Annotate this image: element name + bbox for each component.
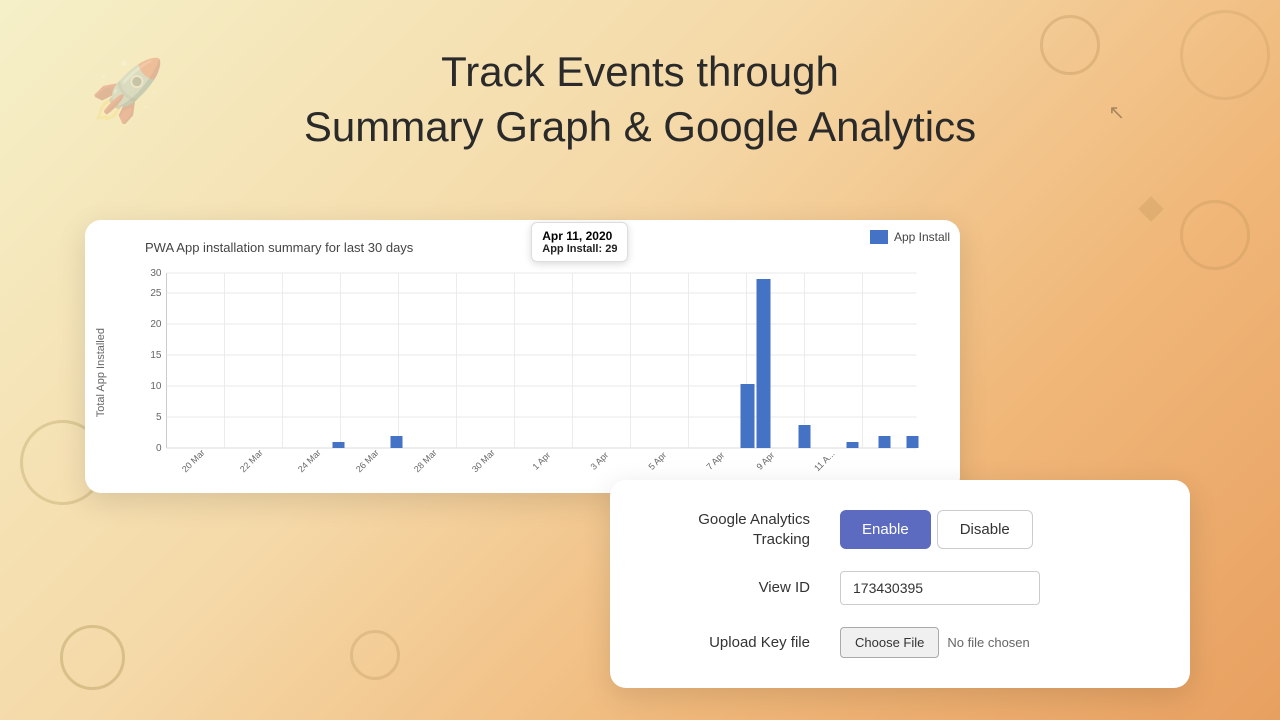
file-upload-label: Choose File No file chosen xyxy=(840,627,1030,658)
svg-text:3 Apr: 3 Apr xyxy=(588,450,610,472)
chart-container: Total App Installed 0 5 10 15 20 xyxy=(95,263,940,483)
svg-text:0: 0 xyxy=(156,443,162,454)
svg-text:25: 25 xyxy=(150,288,162,299)
svg-text:26 Mar: 26 Mar xyxy=(354,447,381,474)
upload-label: Upload Key file xyxy=(650,633,810,653)
view-id-label: View ID xyxy=(650,578,810,598)
title-line2: Summary Graph & Google Analytics xyxy=(304,103,976,150)
svg-text:22 Mar: 22 Mar xyxy=(238,447,265,474)
no-file-text: No file chosen xyxy=(947,635,1029,650)
disable-button[interactable]: Disable xyxy=(937,510,1033,549)
chart-legend: App Install xyxy=(870,230,950,244)
tooltip-value: App Install: 29 xyxy=(542,243,617,255)
chart-svg: 0 5 10 15 20 25 30 xyxy=(113,263,940,483)
view-id-input[interactable] xyxy=(840,571,1040,605)
svg-text:20 Mar: 20 Mar xyxy=(180,447,207,474)
tooltip-number: 29 xyxy=(605,243,617,255)
svg-text:1 Apr: 1 Apr xyxy=(530,450,552,472)
legend-color-box xyxy=(870,230,888,244)
enable-button[interactable]: Enable xyxy=(840,510,931,549)
tooltip-date: Apr 11, 2020 xyxy=(542,229,617,243)
tooltip-label: App Install: xyxy=(542,243,602,255)
circle-decoration-bm xyxy=(350,630,400,680)
chart-area: 0 5 10 15 20 25 30 xyxy=(113,263,940,483)
svg-text:11 A...: 11 A... xyxy=(812,449,837,474)
tracking-row: Google Analytics Tracking Enable Disable xyxy=(650,510,1150,549)
svg-text:20: 20 xyxy=(150,319,162,330)
svg-text:28 Mar: 28 Mar xyxy=(412,447,439,474)
circle-decoration-mr xyxy=(1180,200,1250,270)
svg-text:15: 15 xyxy=(150,350,162,361)
view-id-row: View ID xyxy=(650,571,1150,605)
chart-card: PWA App installation summary for last 30… xyxy=(85,220,960,493)
choose-file-button[interactable]: Choose File xyxy=(840,627,939,658)
page-title: Track Events through Summary Graph & Goo… xyxy=(0,0,1280,154)
toggle-group: Enable Disable xyxy=(840,510,1033,549)
svg-text:9 Apr: 9 Apr xyxy=(754,450,776,472)
svg-text:30 Mar: 30 Mar xyxy=(470,447,497,474)
chart-tooltip: Apr 11, 2020 App Install: 29 xyxy=(531,222,628,262)
svg-text:5 Apr: 5 Apr xyxy=(646,450,668,472)
y-axis-label: Total App Installed xyxy=(95,328,107,417)
svg-text:10: 10 xyxy=(150,381,162,392)
analytics-card: Google Analytics Tracking Enable Disable… xyxy=(610,480,1190,688)
svg-text:30: 30 xyxy=(150,268,162,279)
upload-key-row: Upload Key file Choose File No file chos… xyxy=(650,627,1150,658)
tracking-label: Google Analytics Tracking xyxy=(650,510,810,549)
diamond-decoration xyxy=(1138,196,1163,221)
svg-text:7 Apr: 7 Apr xyxy=(704,450,726,472)
circle-decoration-bl xyxy=(60,625,125,690)
svg-text:24 Mar: 24 Mar xyxy=(296,447,323,474)
svg-text:5: 5 xyxy=(156,412,162,423)
title-line1: Track Events through xyxy=(441,48,839,95)
legend-label: App Install xyxy=(894,230,950,244)
